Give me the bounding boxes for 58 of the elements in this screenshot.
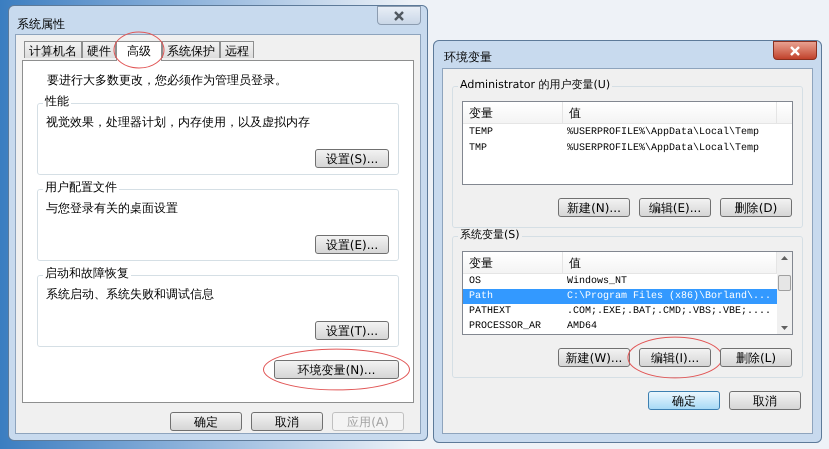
dialog-button[interactable]: 新建(W)... [558, 348, 630, 367]
settings-button[interactable]: 设置(S)... [315, 149, 389, 168]
group-description: 视觉效果，处理器计划，内存使用，以及虚拟内存 [46, 114, 311, 131]
window-title: 环境变量 [443, 49, 492, 66]
dialog-button[interactable]: 取消 [251, 412, 323, 431]
group-title: Administrator 的用户变量(U) [458, 79, 612, 90]
scrollbar-thumb[interactable] [778, 275, 791, 291]
dialog-button[interactable]: 取消 [729, 391, 801, 410]
variable-row[interactable]: PROCESSOR_AR AMD64 [463, 319, 777, 334]
dialog-button[interactable]: 确定 [648, 391, 720, 410]
variable-name: TEMP [468, 126, 494, 140]
close-icon [789, 46, 801, 56]
tab[interactable]: 系统保护 [162, 41, 220, 58]
window-title: 系统属性 [16, 16, 65, 33]
variable-name: TMP [468, 142, 488, 156]
environment-variables-button[interactable]: 环境变量(N)... [274, 360, 399, 379]
variable-value: Windows_NT [566, 274, 628, 289]
down-arrow-icon [781, 326, 788, 330]
variable-row[interactable]: TMP %USERPROFILE%\AppData\Local\Temp [463, 140, 792, 156]
variable-name: PATHEXT [468, 305, 512, 319]
settings-button[interactable]: 设置(T)... [315, 321, 389, 340]
close-icon [393, 10, 405, 20]
tab[interactable]: 高级 [116, 40, 162, 60]
variable-row[interactable]: PATHEXT .COM;.EXE;.BAT;.CMD;.VBS;.VBE;.... [463, 304, 777, 319]
dialog-button[interactable]: 新建(N)... [558, 198, 630, 217]
variable-value: %USERPROFILE%\AppData\Local\Temp [566, 142, 760, 156]
column-header[interactable]: 值 [563, 102, 777, 123]
dialog-button[interactable]: 删除(D) [720, 198, 792, 217]
variable-row[interactable]: TEMP %USERPROFILE%\AppData\Local\Temp [463, 124, 792, 140]
scrollbar[interactable] [777, 252, 792, 334]
variable-name: OS [468, 275, 482, 289]
dialog-button[interactable]: 编辑(E)... [639, 198, 711, 217]
variable-value: AMD64 [566, 320, 598, 334]
variable-value: .COM;.EXE;.BAT;.CMD;.VBS;.VBE;.... [566, 305, 772, 319]
group-title: 用户配置文件 [43, 181, 119, 193]
group-title: 系统变量(S) [458, 229, 522, 240]
variable-name: PROCESSOR_AR [468, 320, 542, 334]
close-button[interactable] [377, 6, 421, 25]
up-arrow-icon [781, 256, 788, 260]
admin-notice: 要进行大多数更改，您必须作为管理员登录。 [46, 72, 288, 89]
variable-row[interactable]: OS Windows_NT [463, 274, 777, 289]
variable-name: Path [468, 290, 494, 304]
column-header[interactable]: 变量 [463, 102, 563, 123]
settings-button[interactable]: 设置(E)... [315, 235, 389, 254]
dialog-button[interactable]: 删除(L) [720, 348, 792, 367]
group-description: 与您登录有关的桌面设置 [46, 200, 179, 217]
column-header[interactable]: 变量 [463, 252, 563, 273]
variable-value: C:\Program Files (x86)\Borland\... [566, 290, 772, 304]
tab[interactable]: 计算机名 [24, 41, 82, 58]
dialog-button[interactable]: 确定 [170, 412, 242, 431]
tab[interactable]: 硬件 [82, 41, 116, 58]
group-title: 启动和故障恢复 [43, 267, 131, 279]
variable-value: %USERPROFILE%\AppData\Local\Temp [566, 126, 760, 140]
group-title: 性能 [43, 95, 71, 107]
tab[interactable]: 远程 [220, 41, 254, 58]
dialog-button[interactable]: 编辑(I)... [639, 348, 711, 367]
group-description: 系统启动、系统失败和调试信息 [46, 286, 215, 303]
close-button[interactable] [773, 41, 817, 60]
